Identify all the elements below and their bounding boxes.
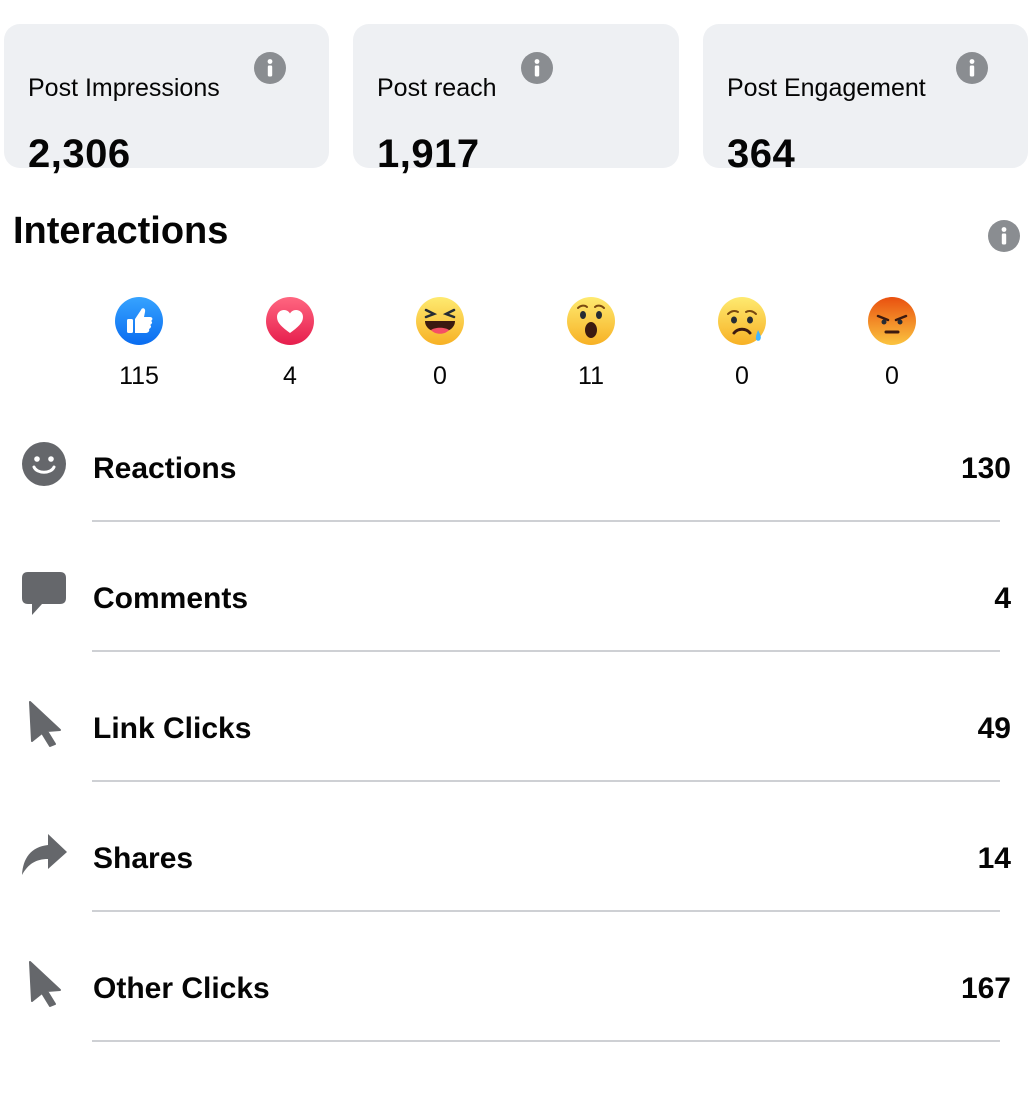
haha-reaction-icon: [416, 297, 464, 345]
metric-row-shares[interactable]: Shares 14: [0, 810, 1030, 940]
stat-label: Post Engagement: [727, 74, 926, 102]
metric-value: 130: [960, 452, 1011, 485]
info-icon[interactable]: [254, 52, 286, 84]
metric-label: Comments: [93, 582, 249, 615]
info-icon[interactable]: [521, 52, 553, 84]
stat-value: 364: [727, 132, 796, 176]
stat-label: Post reach: [377, 74, 497, 102]
metric-label: Shares: [93, 842, 194, 875]
metric-row-comments[interactable]: Comments 4: [0, 550, 1030, 680]
metric-value: 14: [977, 842, 1011, 875]
reaction-count: 11: [578, 362, 604, 390]
divider: [92, 780, 1000, 782]
section-title: Interactions: [13, 210, 229, 252]
sad-reaction-icon: [718, 297, 766, 345]
metric-row-link-clicks[interactable]: Link Clicks 49: [0, 680, 1030, 810]
like-reaction-icon: [115, 297, 163, 345]
divider: [92, 520, 1000, 522]
metric-row-other-clicks[interactable]: Other Clicks 167: [0, 940, 1030, 1070]
reaction-count: 4: [283, 362, 297, 390]
info-icon[interactable]: [956, 52, 988, 84]
reaction-count: 0: [433, 362, 447, 390]
reaction-haha[interactable]: 0: [400, 296, 480, 391]
wow-reaction-icon: [567, 297, 615, 345]
reaction-love[interactable]: 4: [250, 296, 330, 391]
stat-card-reach: Post reach 1,917: [353, 24, 679, 176]
reaction-count: 0: [885, 362, 899, 390]
reaction-like[interactable]: 115: [99, 296, 179, 391]
share-arrow-icon: [22, 834, 67, 875]
divider: [92, 650, 1000, 652]
metric-value: 49: [977, 712, 1011, 745]
info-icon[interactable]: [988, 220, 1020, 252]
metric-label: Other Clicks: [93, 972, 270, 1005]
divider: [92, 1040, 1000, 1042]
stat-value: 2,306: [28, 132, 131, 176]
stat-label: Post Impressions: [28, 74, 220, 102]
metric-label: Link Clicks: [93, 712, 252, 745]
smiley-icon: [22, 442, 66, 486]
love-reaction-icon: [266, 297, 314, 345]
reaction-count: 115: [119, 362, 159, 390]
metric-value: 167: [960, 972, 1011, 1005]
stat-value: 1,917: [377, 132, 480, 176]
metric-value: 4: [994, 582, 1011, 615]
reaction-sad[interactable]: 0: [702, 296, 782, 391]
reaction-count: 0: [735, 362, 749, 390]
comment-bubble-icon: [22, 572, 66, 615]
angry-reaction-icon: [868, 297, 916, 345]
stat-card-engagement: Post Engagement 364: [703, 24, 1028, 176]
metric-row-reactions[interactable]: Reactions 130: [0, 420, 1030, 550]
stat-card-impressions: Post Impressions 2,306: [4, 24, 329, 176]
divider: [92, 910, 1000, 912]
reaction-wow[interactable]: 11: [551, 296, 631, 391]
cursor-icon: [29, 961, 61, 1007]
reaction-angry[interactable]: 0: [852, 296, 932, 391]
metric-label: Reactions: [93, 452, 237, 485]
cursor-icon: [29, 701, 61, 747]
